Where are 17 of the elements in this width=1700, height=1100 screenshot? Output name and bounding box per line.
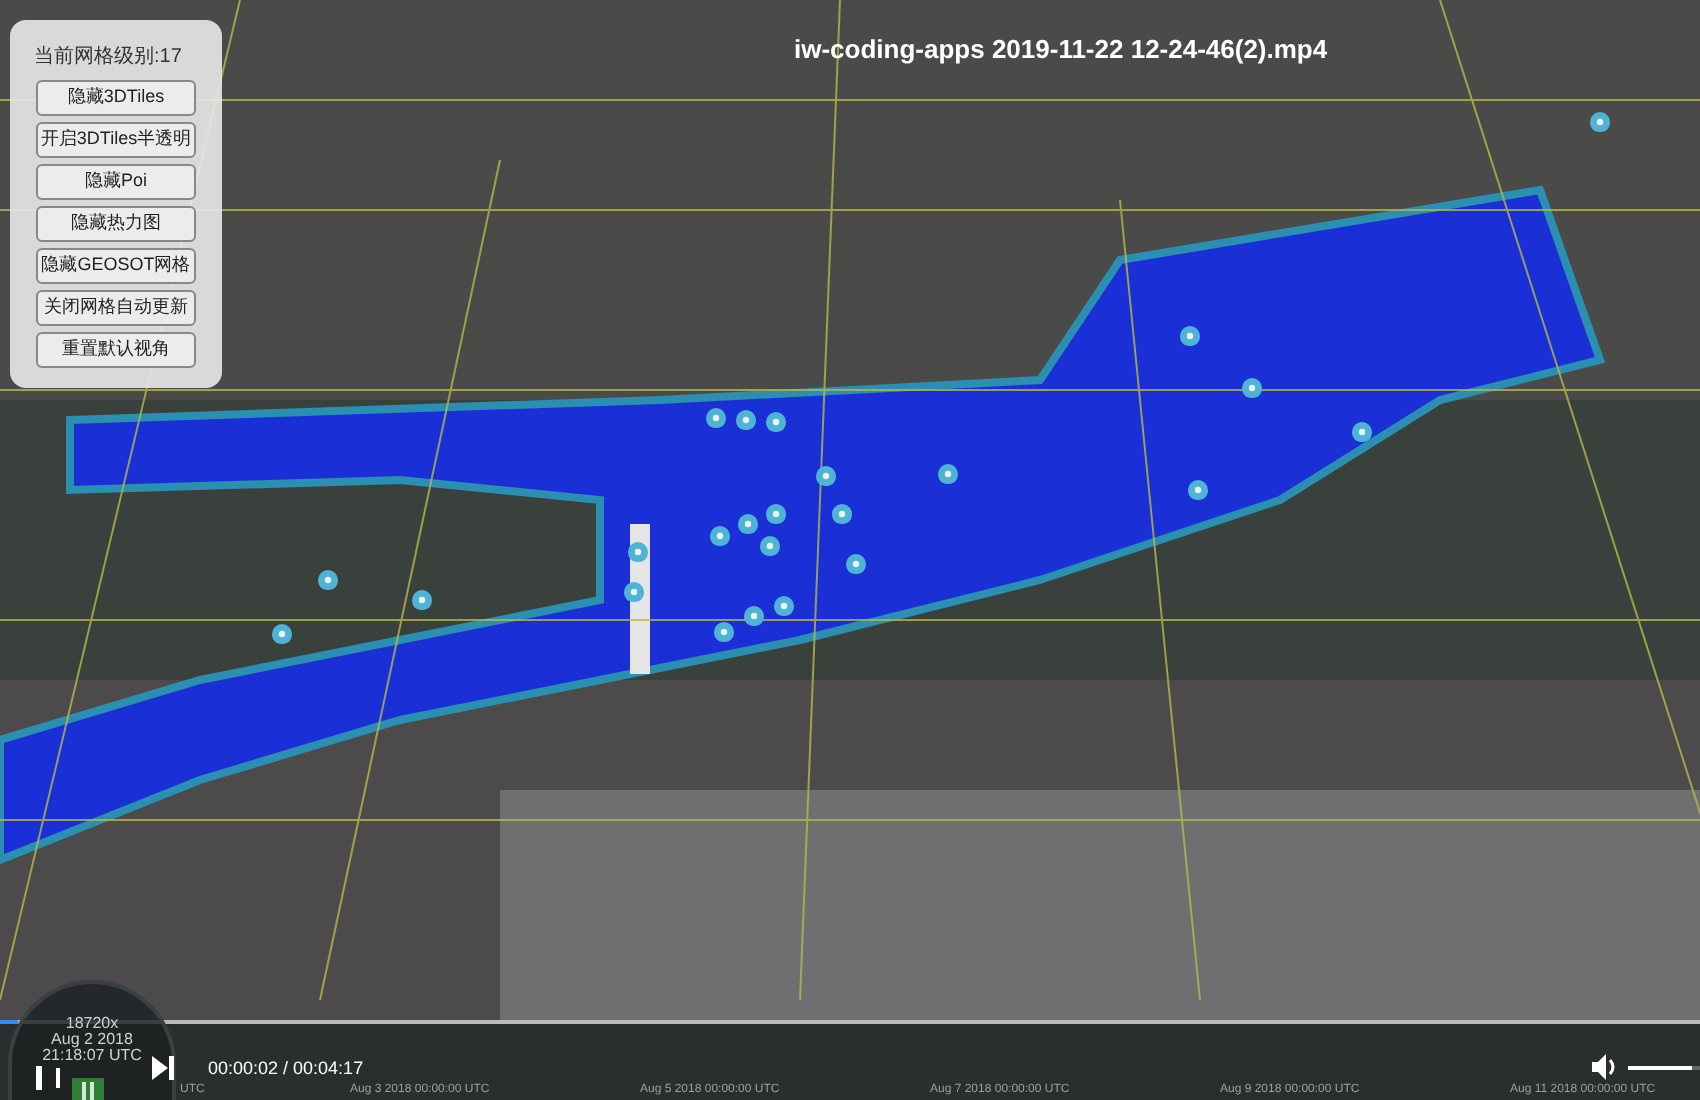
volume-icon[interactable] xyxy=(1592,1054,1616,1080)
panel-button[interactable]: 开启3DTiles半透明 xyxy=(36,122,196,158)
panel-button[interactable]: 隐藏热力图 xyxy=(36,206,196,242)
clock-time: 21:18:07 UTC xyxy=(40,1046,144,1064)
title: iw-coding-apps 2019-11-22 12-24-46(2).mp4 xyxy=(794,32,1328,68)
panel-button[interactable]: 隐藏3DTiles xyxy=(36,80,196,116)
panel-button[interactable]: 关闭网格自动更新 xyxy=(36,290,196,326)
panel-button[interactable]: 隐藏Poi xyxy=(36,164,196,200)
time-display: 00:00:02 / 00:04:17 xyxy=(208,1056,364,1082)
pause-icon[interactable] xyxy=(72,1078,104,1100)
panel-button[interactable]: 隐藏GEOSOT网格 xyxy=(36,248,196,284)
skip-next-icon[interactable] xyxy=(152,1056,174,1080)
grid-level-label: 当前网格级别:17 xyxy=(34,43,182,72)
clock-date: Aug 2 2018 xyxy=(49,1030,135,1048)
skip-back-icon[interactable] xyxy=(36,1066,64,1090)
clock-speed: 18720x xyxy=(63,1014,121,1032)
panel-button[interactable]: 重置默认视角 xyxy=(36,332,196,368)
